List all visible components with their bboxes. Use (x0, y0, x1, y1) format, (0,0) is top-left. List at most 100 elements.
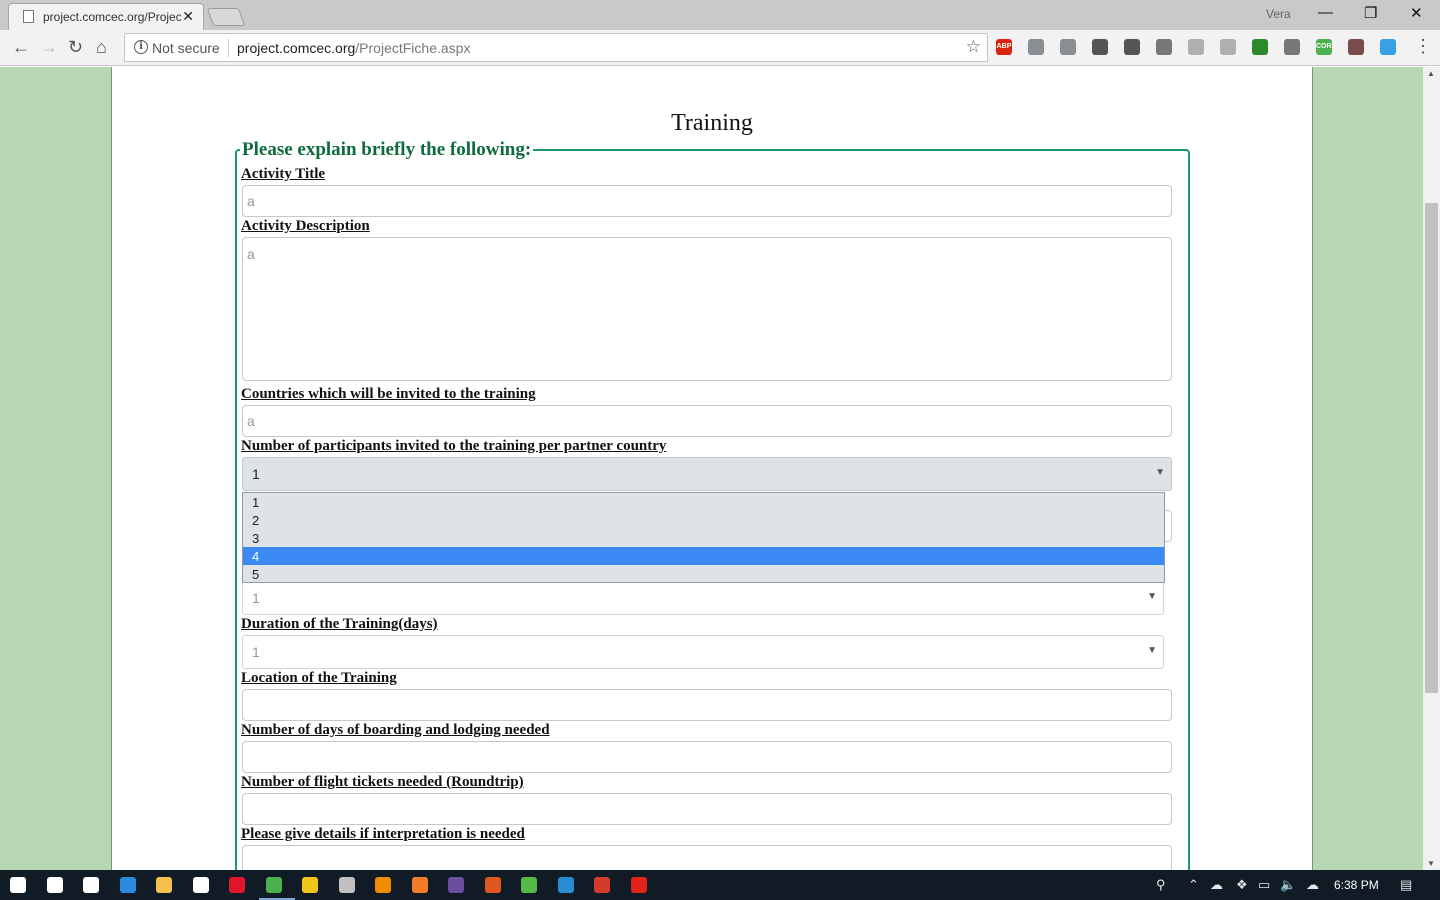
page-icon (23, 10, 34, 23)
keepass-icon[interactable] (302, 877, 318, 893)
content-panel: Training Please explain briefly the foll… (111, 67, 1313, 870)
page-viewport: Training Please explain briefly the foll… (0, 67, 1423, 870)
windows-start-icon[interactable] (10, 877, 26, 893)
app-orange-icon[interactable] (484, 877, 501, 893)
location-input[interactable] (242, 689, 1172, 721)
close-window-button[interactable]: ✕ (1410, 4, 1423, 22)
onedrive-icon[interactable] (1380, 39, 1396, 55)
notifications-icon[interactable]: ▤ (1400, 877, 1412, 893)
scrollbar-thumb[interactable] (1425, 203, 1438, 693)
forward-icon[interactable]: → (40, 37, 58, 58)
new-tab-button[interactable] (206, 8, 246, 26)
qr-icon[interactable] (1156, 39, 1172, 55)
app-green-icon[interactable] (521, 877, 537, 893)
keeper-icon[interactable] (1092, 39, 1108, 55)
edge-icon[interactable] (119, 877, 136, 893)
adblock-icon[interactable]: ABP (996, 39, 1012, 55)
interpretation-label: Please give details if interpretation is… (241, 826, 525, 842)
vscode-icon[interactable] (557, 877, 574, 893)
tools-icon[interactable] (338, 877, 355, 893)
fieldset-legend: Please explain briefly the following: (240, 139, 534, 161)
participants-select-value: 1 (252, 466, 260, 482)
cloud-icon[interactable] (1060, 39, 1076, 55)
participants-dropdown-list[interactable]: 12345 (242, 492, 1165, 583)
people-icon[interactable]: ⚲ (1156, 877, 1166, 893)
dropdown-option[interactable]: 5 (243, 565, 1164, 583)
url-text[interactable]: project.comcec.org/ProjectFiche.aspx (237, 40, 470, 56)
page-title: Training (671, 110, 753, 136)
reload-icon[interactable]: ↻ (68, 37, 83, 58)
participants-label: Number of participants invited to the tr… (241, 438, 667, 454)
interpretation-input[interactable] (242, 845, 1172, 870)
activity-title-input[interactable]: a (242, 185, 1172, 217)
boarding-days-label: Number of days of boarding and lodging n… (241, 722, 550, 738)
countries-label: Countries which will be invited to the t… (241, 386, 536, 402)
menu-icon[interactable]: ⋮ (1414, 36, 1432, 57)
network-icon[interactable]: ▭ (1258, 877, 1270, 893)
hidden-select-value: 1 (252, 590, 260, 606)
clock[interactable]: 6:38 PM (1334, 878, 1379, 892)
dropbox-icon[interactable] (1028, 39, 1044, 55)
activity-description-textarea[interactable]: a (242, 237, 1172, 381)
globe-icon[interactable] (1252, 39, 1268, 55)
scroll-up-icon[interactable]: ▲ (1427, 69, 1435, 78)
file-explorer-icon[interactable] (156, 877, 172, 893)
flight-tickets-input[interactable] (242, 793, 1172, 825)
pocket-icon[interactable] (1124, 39, 1140, 55)
scroll-down-icon[interactable]: ▼ (1427, 859, 1435, 868)
dropdown-option[interactable]: 1 (243, 493, 1164, 511)
hidden-select[interactable]: 1 ▼ (242, 581, 1164, 615)
activity-description-label: Activity Description (241, 218, 370, 234)
chevron-up-icon[interactable]: ⌃ (1188, 877, 1199, 893)
task-view-icon[interactable] (83, 877, 99, 893)
xampp-icon[interactable] (411, 877, 428, 893)
leaf-icon[interactable] (1188, 39, 1204, 55)
chevron-down-icon: ▼ (1147, 591, 1157, 602)
info-icon[interactable]: i (134, 40, 148, 54)
profile-name[interactable]: Vera (1266, 7, 1291, 21)
dropdown-option[interactable]: 4 (243, 547, 1164, 565)
activity-title-label: Activity Title (241, 166, 326, 182)
browser-toolbar: ← → ↻ ⌂ i Not secure project.comcec.org/… (0, 30, 1440, 66)
back-icon[interactable]: ← (12, 37, 30, 58)
volume-icon[interactable]: 🔈 (1280, 877, 1296, 893)
restore-button[interactable]: ❐ (1364, 4, 1377, 22)
home-icon[interactable]: ⌂ (96, 37, 107, 58)
participants-select[interactable]: 1 ▼ (242, 457, 1172, 491)
duration-select-value: 1 (252, 644, 260, 660)
upload-cloud-icon[interactable]: ☁ (1306, 877, 1319, 893)
duration-select[interactable]: 1 ▼ (242, 635, 1164, 669)
address-bar[interactable]: i Not secure project.comcec.org/ProjectF… (124, 33, 988, 62)
security-label[interactable]: Not secure (152, 40, 220, 56)
store-icon[interactable] (192, 877, 209, 893)
tab-strip: project.comcec.org/ProjectFiche.aspx ✕ V… (0, 0, 1440, 30)
search-icon[interactable] (46, 877, 63, 893)
chrome-icon[interactable] (265, 877, 282, 893)
countries-input[interactable]: a (242, 405, 1172, 437)
onedrive-tray-icon[interactable]: ☁ (1210, 877, 1223, 893)
vertical-scrollbar[interactable]: ▲ ▼ (1423, 67, 1440, 870)
tab-close-icon[interactable]: ✕ (182, 8, 194, 25)
dropdown-option[interactable]: 3 (243, 529, 1164, 547)
sublime-icon[interactable] (375, 877, 391, 893)
dropbox-tray-icon[interactable]: ❖ (1236, 877, 1248, 893)
pdf-icon[interactable] (1220, 39, 1236, 55)
omnibox-divider (228, 39, 229, 57)
copyright-icon[interactable] (1284, 39, 1300, 55)
opera-icon[interactable] (229, 877, 245, 893)
boarding-days-input[interactable] (242, 741, 1172, 773)
browser-tab[interactable]: project.comcec.org/ProjectFiche.aspx ✕ (8, 3, 204, 30)
duration-label: Duration of the Training(days) (241, 616, 438, 632)
cors-icon[interactable]: CORS (1316, 39, 1336, 55)
tab-title: project.comcec.org/ProjectFiche.aspx (43, 10, 181, 24)
dropdown-option[interactable]: 2 (243, 511, 1164, 529)
bookmark-star-icon[interactable]: ☆ (966, 37, 981, 57)
app-red-icon[interactable] (594, 877, 610, 893)
location-label: Location of the Training (241, 670, 397, 686)
grid-icon[interactable] (1348, 39, 1364, 55)
windows-taskbar: ⚲ ⌃ ☁ ❖ ▭ 🔈 ☁ 6:38 PM ▤ (0, 870, 1440, 900)
app-purple-icon[interactable] (448, 877, 464, 893)
minimize-button[interactable]: — (1318, 4, 1333, 21)
flight-tickets-label: Number of flight tickets needed (Roundtr… (241, 774, 524, 790)
app-red2-icon[interactable] (630, 877, 647, 893)
